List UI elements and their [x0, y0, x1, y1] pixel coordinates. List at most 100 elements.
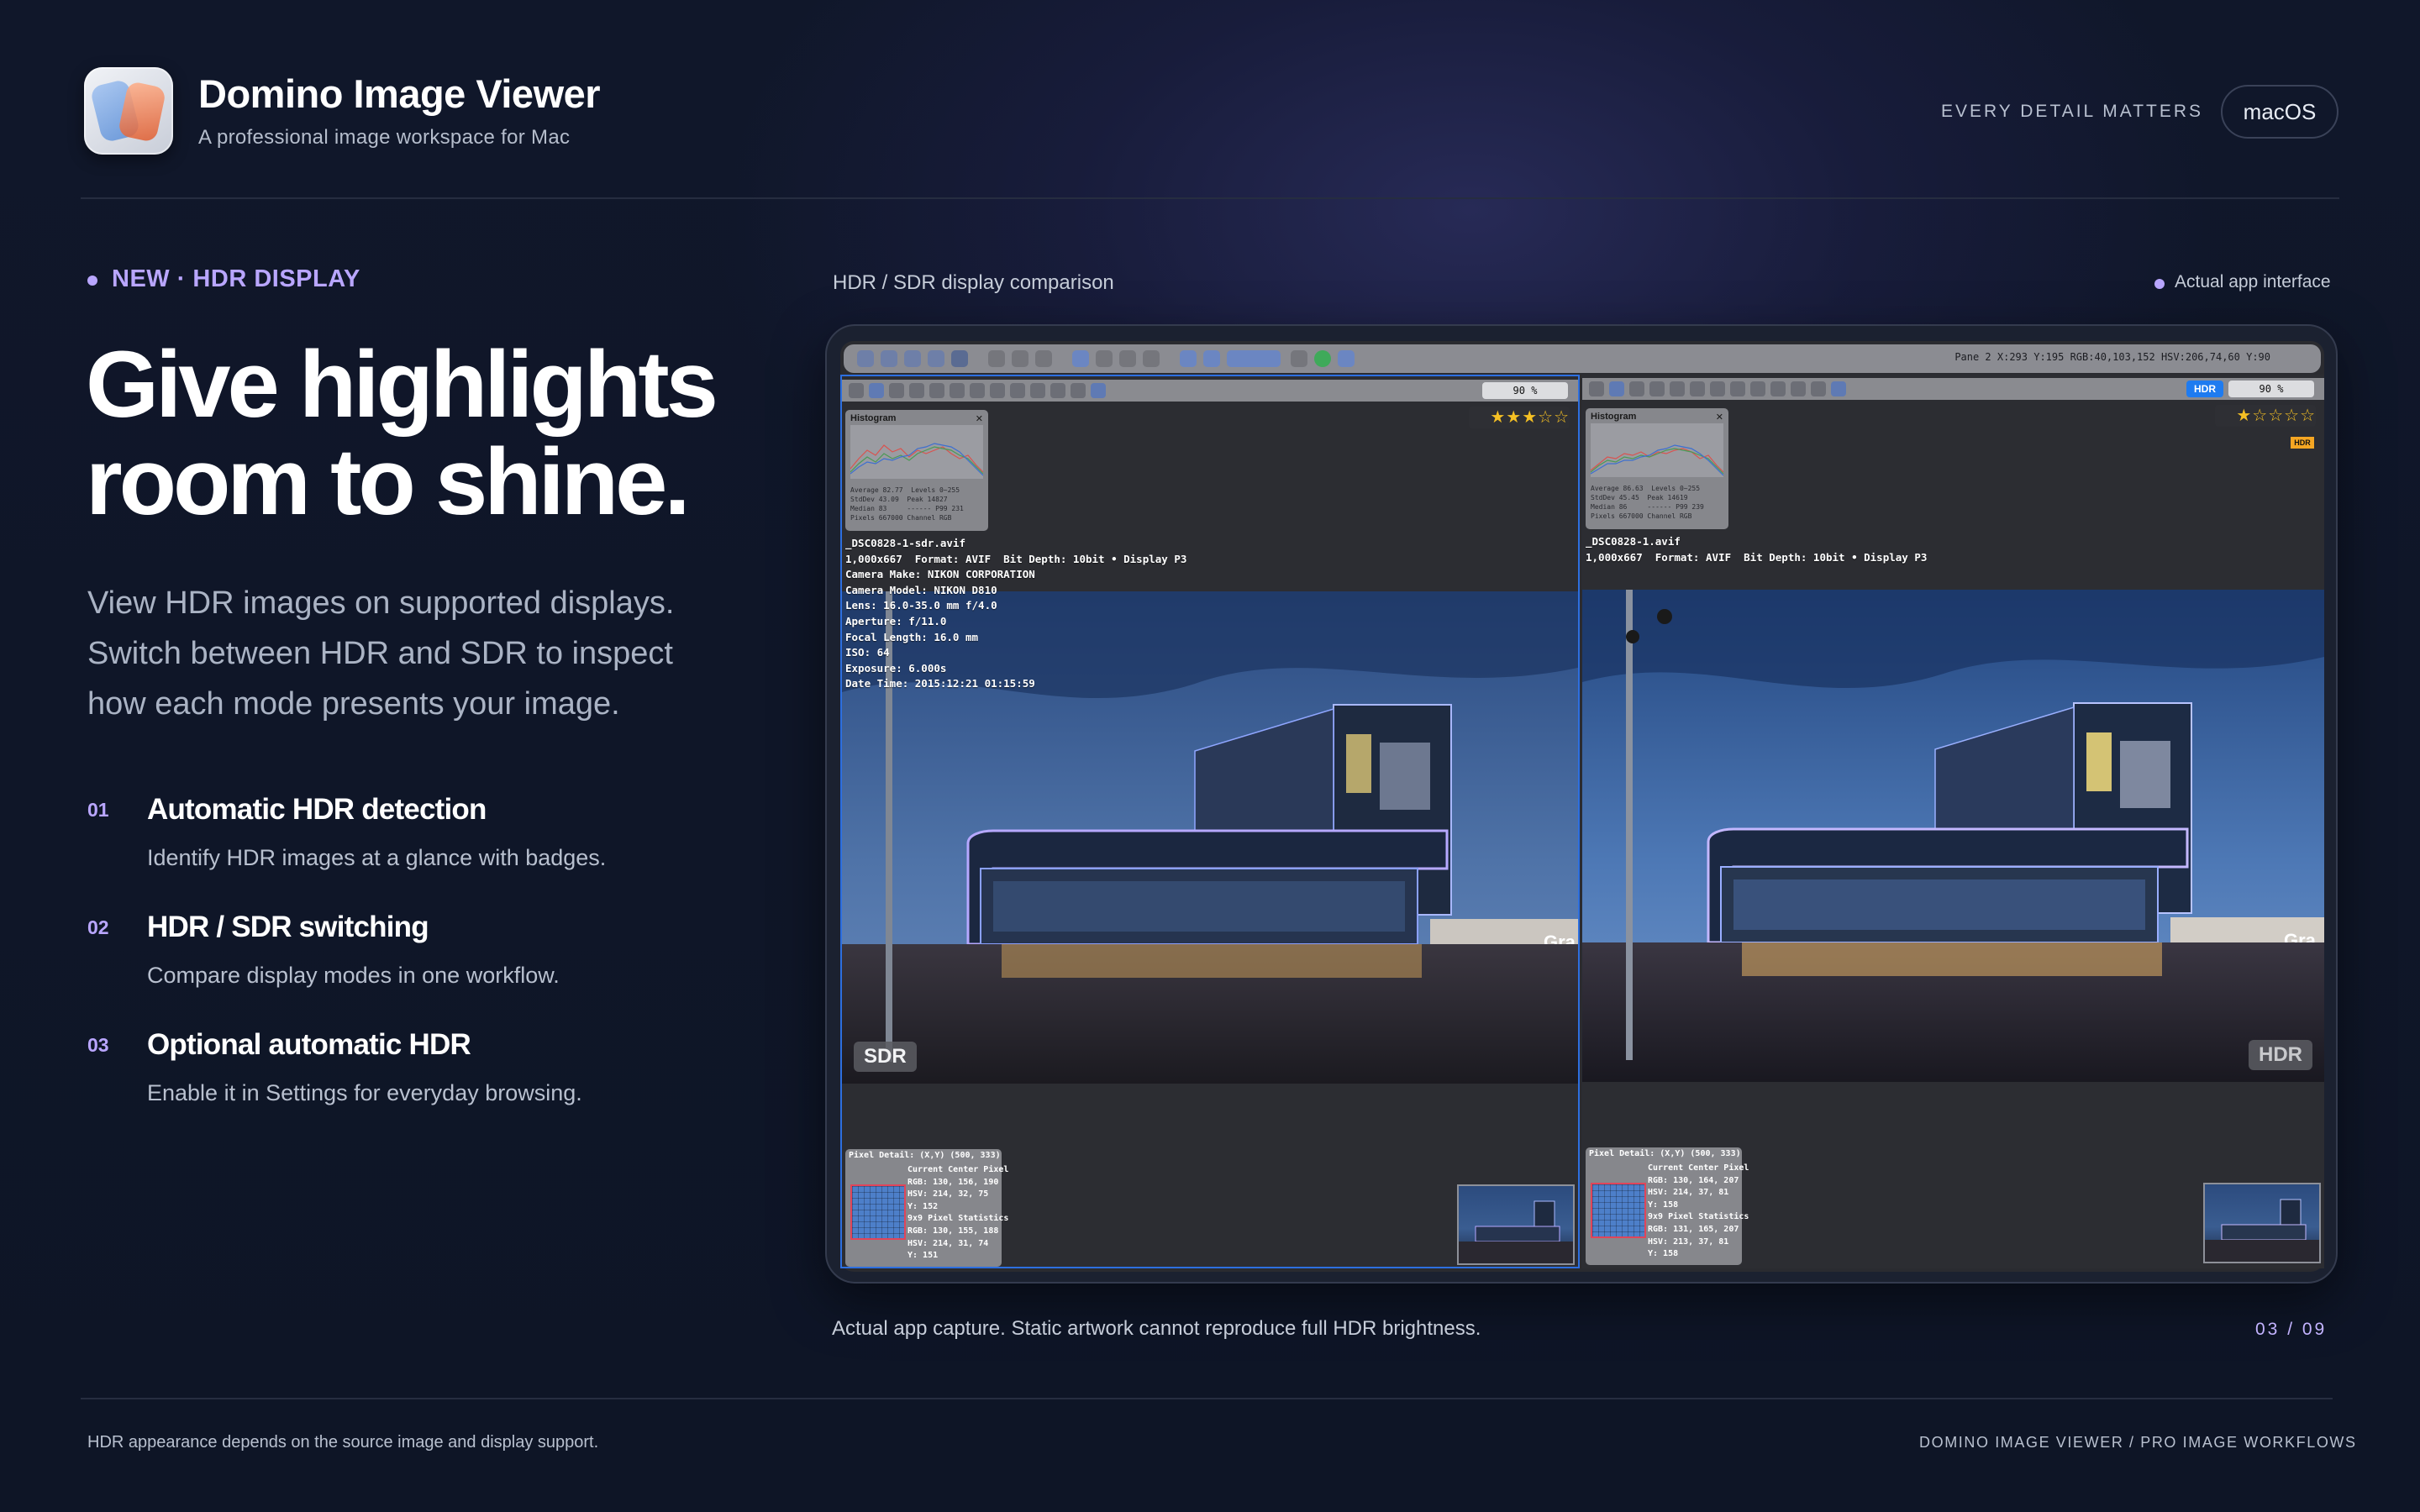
pane-button[interactable] [1831, 381, 1846, 396]
footer-note: HDR appearance depends on the source ima… [87, 1433, 599, 1452]
toolbar-button[interactable] [1203, 350, 1220, 367]
star-rating[interactable]: ★★★☆☆ [1469, 407, 1570, 428]
toolbar-button[interactable] [1119, 350, 1136, 367]
pane-button[interactable] [929, 383, 944, 398]
platform-pill[interactable]: macOS [2221, 85, 2338, 139]
pane-button[interactable] [1750, 381, 1765, 396]
pane-button[interactable] [1071, 383, 1086, 398]
navigator-thumbnail[interactable] [1457, 1184, 1575, 1265]
navigator-thumbnail[interactable] [2203, 1183, 2321, 1263]
toolbar-button[interactable] [988, 350, 1005, 367]
page-indicator: 03 / 09 [2255, 1320, 2328, 1339]
actual-interface-label: Actual app interface [2175, 272, 2331, 291]
right-pane[interactable]: HDR 90 % Histogram ✕ Average 86.63 Level… [1582, 375, 2324, 1268]
histogram-title: Histogram [850, 413, 897, 423]
feature-description: Enable it in Settings for everyday brows… [147, 1080, 582, 1105]
pane-button[interactable] [869, 383, 884, 398]
pane-button[interactable] [1091, 383, 1106, 398]
new-feature-badge: NEW · HDR DISPLAY [112, 265, 360, 292]
toolbar-button[interactable] [1227, 350, 1281, 367]
header-tagline: EVERY DETAIL MATTERS [1941, 102, 2204, 121]
pane-button[interactable] [1609, 381, 1624, 396]
close-icon[interactable]: ✕ [1716, 412, 1723, 423]
feature-number: 02 [87, 916, 109, 938]
footer-divider [81, 1398, 2333, 1399]
pane-button[interactable] [909, 383, 924, 398]
toolbar-button[interactable] [1291, 350, 1307, 367]
toolbar-button[interactable] [1096, 350, 1113, 367]
histogram-stats: Average 82.77 Levels 0~255 StdDev 43.09 … [850, 486, 964, 522]
pixel-status-readout: Pane 2 X:293 Y:195 RGB:40,103,152 HSV:20… [1954, 351, 2270, 363]
toolbar-button[interactable] [1035, 350, 1052, 367]
toolbar-button[interactable] [1072, 350, 1089, 367]
mode-badge-sdr: SDR [854, 1042, 917, 1072]
pane-button[interactable] [1629, 381, 1644, 396]
pane-button[interactable] [889, 383, 904, 398]
header-divider [81, 197, 2339, 199]
pixel-detail-panel[interactable]: Pixel Detail: (X,Y) (500, 333) Current C… [845, 1149, 1008, 1267]
lede-line1: View HDR images on supported displays. [87, 585, 675, 621]
headline-line2: room to shine. [86, 429, 691, 534]
lede: View HDR images on supported displays. S… [87, 578, 743, 729]
pixel-detail-header: Pixel Detail: (X,Y) (500, 333) [1589, 1149, 1741, 1158]
histogram-panel[interactable]: Histogram ✕ Average 82.77 Levels 0~255 S… [845, 410, 988, 531]
pane-button[interactable] [1010, 383, 1025, 398]
close-icon[interactable]: ✕ [976, 413, 983, 424]
zoom-field[interactable]: 90 % [1482, 382, 1568, 399]
toolbar-button[interactable] [857, 350, 874, 367]
pane-button[interactable] [1030, 383, 1045, 398]
headline-line1: Give highlights [86, 332, 718, 437]
pane-button[interactable] [1670, 381, 1685, 396]
app-toolbar: Pane 2 X:293 Y:195 RGB:40,103,152 HSV:20… [844, 344, 2321, 373]
toolbar-button[interactable] [1338, 350, 1355, 367]
hdr-toggle-button[interactable]: HDR [2186, 381, 2223, 397]
toolbar-button[interactable] [1314, 350, 1331, 367]
pane-button[interactable] [1589, 381, 1604, 396]
badge-dot [87, 276, 97, 286]
toolbar-button[interactable] [1012, 350, 1028, 367]
pane-button[interactable] [1710, 381, 1725, 396]
pane-toolbar: HDR 90 % [1582, 378, 2324, 400]
photo-hdr[interactable]: Gra HDR [1582, 590, 2324, 1082]
toolbar-button[interactable] [904, 350, 921, 367]
pane-button[interactable] [950, 383, 965, 398]
toolbar-button[interactable] [1180, 350, 1197, 367]
pane-button[interactable] [970, 383, 985, 398]
pane-button[interactable] [990, 383, 1005, 398]
histogram-title: Histogram [1591, 412, 1637, 422]
toolbar-button[interactable] [951, 350, 968, 367]
headline: Give highlights room to shine. [86, 336, 724, 531]
live-dot [2154, 279, 2165, 289]
feature-description: Identify HDR images at a glance with bad… [147, 845, 607, 870]
image-metadata: _DSC0828-1-sdr.avif 1,000x667 Format: AV… [845, 537, 1187, 690]
star-rating[interactable]: ★☆☆☆☆ [2215, 405, 2316, 427]
pixel-magnifier [850, 1184, 906, 1240]
histogram-panel[interactable]: Histogram ✕ Average 86.63 Levels 0~255 S… [1586, 408, 1728, 529]
toolbar-button[interactable] [1143, 350, 1160, 367]
feature-title: HDR / SDR switching [147, 911, 429, 943]
histogram-graph [850, 425, 984, 479]
showcase-caption: Actual app capture. Static artwork canno… [832, 1317, 1481, 1340]
pane-button[interactable] [1730, 381, 1745, 396]
feature-title: Automatic HDR detection [147, 793, 487, 826]
comparison-label: HDR / SDR display comparison [833, 271, 1114, 294]
left-pane[interactable]: 90 % Histogram ✕ Average 82.77 Levels 0~… [840, 375, 1580, 1268]
toolbar-button[interactable] [928, 350, 944, 367]
pane-button[interactable] [1690, 381, 1705, 396]
toolbar-button[interactable] [881, 350, 897, 367]
feature-number: 03 [87, 1034, 109, 1056]
pane-button[interactable] [1050, 383, 1065, 398]
pane-button[interactable] [1811, 381, 1826, 396]
brand-title: Domino Image Viewer [198, 71, 601, 116]
pane-button[interactable] [1649, 381, 1665, 396]
pixel-detail-header: Pixel Detail: (X,Y) (500, 333) [849, 1151, 1001, 1160]
image-metadata: _DSC0828-1.avif 1,000x667 Format: AVIF B… [1586, 535, 1928, 564]
zoom-field[interactable]: 90 % [2228, 381, 2314, 397]
hdr-badge-icon: HDR [2291, 437, 2314, 449]
pane-button[interactable] [849, 383, 864, 398]
pane-toolbar: 90 % [842, 380, 1578, 402]
app-logo-icon [84, 67, 173, 155]
pane-button[interactable] [1791, 381, 1806, 396]
pixel-detail-panel[interactable]: Pixel Detail: (X,Y) (500, 333) Current C… [1586, 1147, 1749, 1265]
pane-button[interactable] [1770, 381, 1786, 396]
